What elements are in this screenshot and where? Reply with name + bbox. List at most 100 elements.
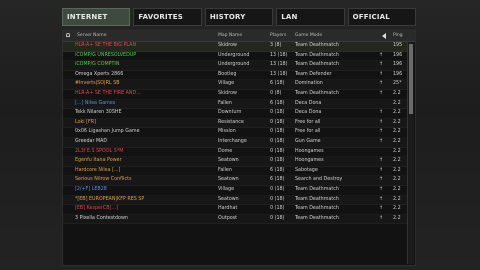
server-row[interactable]: iCOMP/G UNRESOLVEDUP Underground 13 (18) Te… xyxy=(63,52,407,62)
server-row[interactable]: *[EB] EUROPEAN|KFP RES SP Seatown 0 (18) Te… xyxy=(63,196,407,206)
player-count: 6 (18) xyxy=(270,81,285,87)
map-name: Underground xyxy=(218,52,250,58)
map-name: Skidrow xyxy=(218,43,237,48)
player-count: 3 (8) xyxy=(270,43,282,48)
ping-value: 2.2 xyxy=(393,177,401,183)
server-row[interactable]: 0x06 Ligashan Jump Game Mission 0 (18) Free… xyxy=(63,128,407,138)
player-count: 0 (18) xyxy=(270,206,285,212)
server-name: 3 Pixella Contestdown xyxy=(75,215,128,221)
ping-value: 2.2 xyxy=(393,129,401,135)
server-name: *[EB] EUROPEAN|KFP RES SP xyxy=(75,196,145,202)
tab-history[interactable]: HISTORY xyxy=(204,8,274,26)
hardcore-flag: ↑ xyxy=(379,71,384,77)
server-row[interactable]: Greedar MAD Interchange 0 (18) Gun Game ↑ 2.2 xyxy=(63,138,407,148)
server-row[interactable]: [EB] KesperCB[...] Hardhat 0 (18) Team Deat… xyxy=(63,205,407,215)
lock-icon[interactable] xyxy=(66,33,70,37)
ping-value: 2.2 xyxy=(393,90,401,96)
tab-bar: INTERNET FAVORITES HISTORY LAN OFFICIAL xyxy=(62,8,417,26)
player-count: 6 (18) xyxy=(270,177,285,183)
col-ping[interactable]: Ping xyxy=(393,33,403,38)
ping-value: 2.2 xyxy=(393,167,401,173)
server-row[interactable]: Serious Nilrow Conflicts Seatown 6 (18) Sea… xyxy=(63,176,407,186)
server-name: Greedar MAD xyxy=(75,138,108,144)
ping-value: 2.2 xyxy=(393,148,401,154)
map-name: Seatown xyxy=(218,158,239,164)
server-row[interactable]: iCOMP/G COMPTIN Underground 13 (18) Team De… xyxy=(63,61,407,71)
hardcore-flag: ↑ xyxy=(379,177,384,183)
hardcore-flag: ↑ xyxy=(379,167,384,173)
ping-value: 195 xyxy=(393,43,403,48)
col-game-mode[interactable]: Game Mode xyxy=(295,33,322,38)
server-row[interactable]: 3 Pixella Contestdown Outpost 0 (18) Team D… xyxy=(63,215,407,225)
server-name: [...] Nilea Games xyxy=(75,100,116,106)
map-name: Dome xyxy=(218,148,233,154)
ping-value: 2.2 xyxy=(393,196,401,202)
server-name: [2/+F] LEB28 xyxy=(75,186,107,192)
server-row[interactable]: Egenfu Itana Power Seatown 0 (18) Hoongames… xyxy=(63,157,407,167)
col-players[interactable]: Players xyxy=(270,33,286,38)
game-mode: Team Deathmatch xyxy=(295,186,339,192)
server-name: Egenfu Itana Power xyxy=(75,158,122,164)
ping-value: 2.2 xyxy=(393,206,401,212)
hardcore-flag: ↑ xyxy=(379,119,384,125)
game-mode: Deca Dona xyxy=(295,100,322,106)
speaker-icon[interactable] xyxy=(382,33,386,39)
tab-lan[interactable]: LAN xyxy=(276,8,345,26)
tab-favorites[interactable]: FAVORITES xyxy=(133,8,202,26)
col-server-name[interactable]: Server Name xyxy=(77,33,106,38)
map-name: Seatown xyxy=(218,177,239,183)
game-mode: Team Deathmatch xyxy=(295,215,339,221)
server-row[interactable]: [2/+F] LEB28 Village 0 (18) Team Deathmatch… xyxy=(63,186,407,196)
game-mode: Team Deathmatch xyxy=(295,52,339,58)
game-mode: Gun Game xyxy=(295,138,321,144)
server-name: #Inverts|SO|RL SB xyxy=(75,81,120,87)
scrollbar[interactable] xyxy=(407,42,414,264)
map-name: Hardhat xyxy=(218,206,238,212)
game-mode: Deca Dona xyxy=(295,110,322,116)
player-count: 0 (18) xyxy=(270,110,285,116)
map-name: Outpost xyxy=(218,215,238,221)
hardcore-flag: ↑ xyxy=(379,52,384,58)
hardcore-flag: ↑ xyxy=(379,110,384,116)
ping-value: 25* xyxy=(393,81,402,87)
map-name: Fallen xyxy=(218,100,232,106)
col-map-name[interactable]: Map Name xyxy=(218,33,242,38)
hardcore-flag: ↑ xyxy=(379,62,384,68)
map-name: Seatown xyxy=(218,196,239,202)
hardcore-flag: ↑ xyxy=(379,158,384,164)
server-row[interactable]: HLR-A+ SE THE FIRE AND... Skidrow 0 (8) Tea… xyxy=(63,90,407,100)
server-row[interactable]: 2L3f E.S SPOOL S*M Dome 0 (18) Hoongames 2.2 xyxy=(63,148,407,158)
player-count: 0 (8) xyxy=(270,90,282,96)
server-row[interactable]: Tekk Nilaren 30SHE Downturn 0 (18) Deca Don… xyxy=(63,109,407,119)
server-row[interactable]: [...] Nilea Games Fallen 6 (18) Deca Dona 2.… xyxy=(63,100,407,110)
game-mode: Team Deathmatch xyxy=(295,206,339,212)
player-count: 0 (18) xyxy=(270,186,285,192)
game-mode: Sabotage xyxy=(295,167,318,173)
player-count: 6 (18) xyxy=(270,167,285,173)
game-mode: Team Deathmatch xyxy=(295,43,339,48)
server-name: 2L3f E.S SPOOL S*M xyxy=(75,148,124,154)
server-row[interactable]: HLR-A+ SE THE BIG PLAN Skidrow 3 (8) Team D… xyxy=(63,42,407,52)
server-row[interactable]: #Inverts|SO|RL SB Village 6 (18) Domination… xyxy=(63,80,407,90)
server-list-panel: Server Name Map Name Players Game Mode P… xyxy=(62,30,416,266)
player-count: 13 (18) xyxy=(270,52,288,58)
server-name: Hardcore Nilea [...] xyxy=(75,167,121,173)
game-mode: Free for all xyxy=(295,129,321,135)
player-count: 13 (18) xyxy=(270,62,288,68)
server-row[interactable]: Hardcore Nilea [...] Fallen 6 (18) Sabotage… xyxy=(63,167,407,177)
server-name: [EB] KesperCB[...] xyxy=(75,206,118,212)
ping-value: 196 xyxy=(393,62,403,68)
scrollbar-thumb[interactable] xyxy=(409,44,413,114)
ping-value: 196 xyxy=(393,71,403,77)
map-name: Mission xyxy=(218,129,236,135)
server-row[interactable]: Loki [FR] Resistance 0 (18) Free for all ↑ 2.… xyxy=(63,119,407,129)
map-name: Skidrow xyxy=(218,90,237,96)
map-name: Underground xyxy=(218,62,250,68)
tab-internet[interactable]: INTERNET xyxy=(62,8,131,26)
player-count: 0 (18) xyxy=(270,129,285,135)
tab-official[interactable]: OFFICIAL xyxy=(347,8,417,26)
server-row[interactable]: Omega Xperts 2866 Bootleg 13 (18) Team Defe… xyxy=(63,71,407,81)
hardcore-flag: ↑ xyxy=(379,129,384,135)
map-name: Interchange xyxy=(218,138,247,144)
player-count: 0 (18) xyxy=(270,119,285,125)
